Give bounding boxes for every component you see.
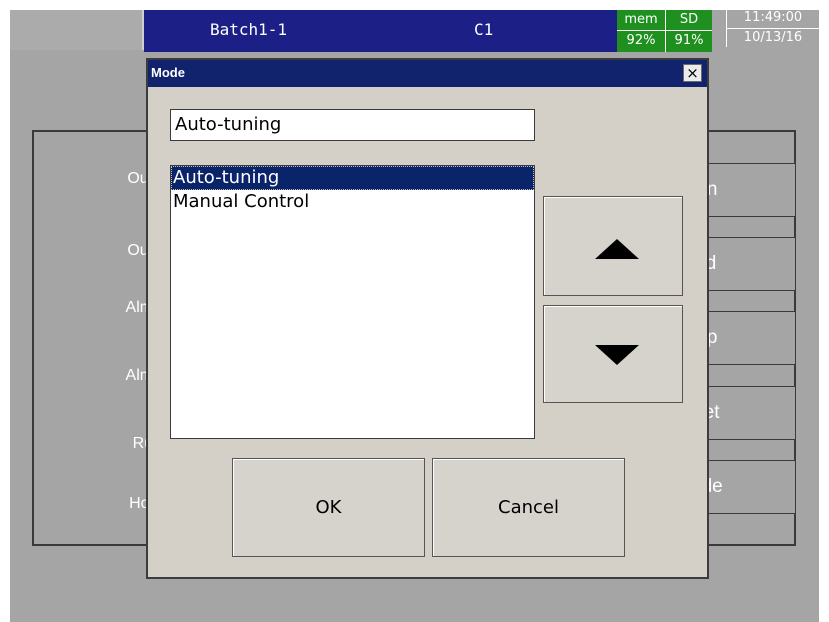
- top-bar-blank: [10, 10, 144, 50]
- ok-button[interactable]: OK: [232, 458, 425, 557]
- clock: 11:49:00 10/13/16: [722, 10, 819, 52]
- sd-value: 91%: [674, 33, 704, 48]
- mode-value-field[interactable]: Auto-tuning: [170, 109, 535, 141]
- close-button[interactable]: ×: [683, 64, 702, 82]
- list-item-auto-tuning[interactable]: Auto-tuning: [171, 166, 534, 190]
- clock-date: 10/13/16: [726, 29, 819, 47]
- list-item-manual-control[interactable]: Manual Control: [171, 190, 534, 214]
- scroll-down-button[interactable]: [543, 305, 683, 403]
- triangle-down-icon: [595, 345, 639, 365]
- sd-label: SD: [666, 10, 712, 31]
- sd-meter: SD 91%: [666, 10, 712, 52]
- mode-list[interactable]: Auto-tuning Manual Control: [170, 165, 535, 439]
- close-icon: ×: [686, 64, 699, 82]
- channel-name: C1: [474, 20, 494, 39]
- top-status-bar: Batch1-1 C1 mem 92% SD 91% 11:49:00 10/1…: [10, 10, 819, 52]
- dialog-title: Mode: [151, 65, 185, 80]
- dialog-title-bar: Mode ×: [148, 60, 707, 87]
- scroll-up-button[interactable]: [543, 196, 683, 296]
- batch-name: Batch1-1: [210, 20, 288, 39]
- mode-dialog: Mode × Auto-tuning Auto-tuning Manual Co…: [146, 58, 709, 579]
- batch-title-bar: Batch1-1 C1: [144, 10, 617, 52]
- memory-value: 92%: [626, 33, 656, 48]
- screen: Batch1-1 C1 mem 92% SD 91% 11:49:00 10/1…: [10, 10, 819, 622]
- triangle-up-icon: [595, 239, 639, 259]
- memory-meter: mem 92%: [617, 10, 666, 52]
- memory-label: mem: [617, 10, 665, 31]
- cancel-button[interactable]: Cancel: [432, 458, 625, 557]
- clock-time: 11:49:00: [726, 10, 819, 29]
